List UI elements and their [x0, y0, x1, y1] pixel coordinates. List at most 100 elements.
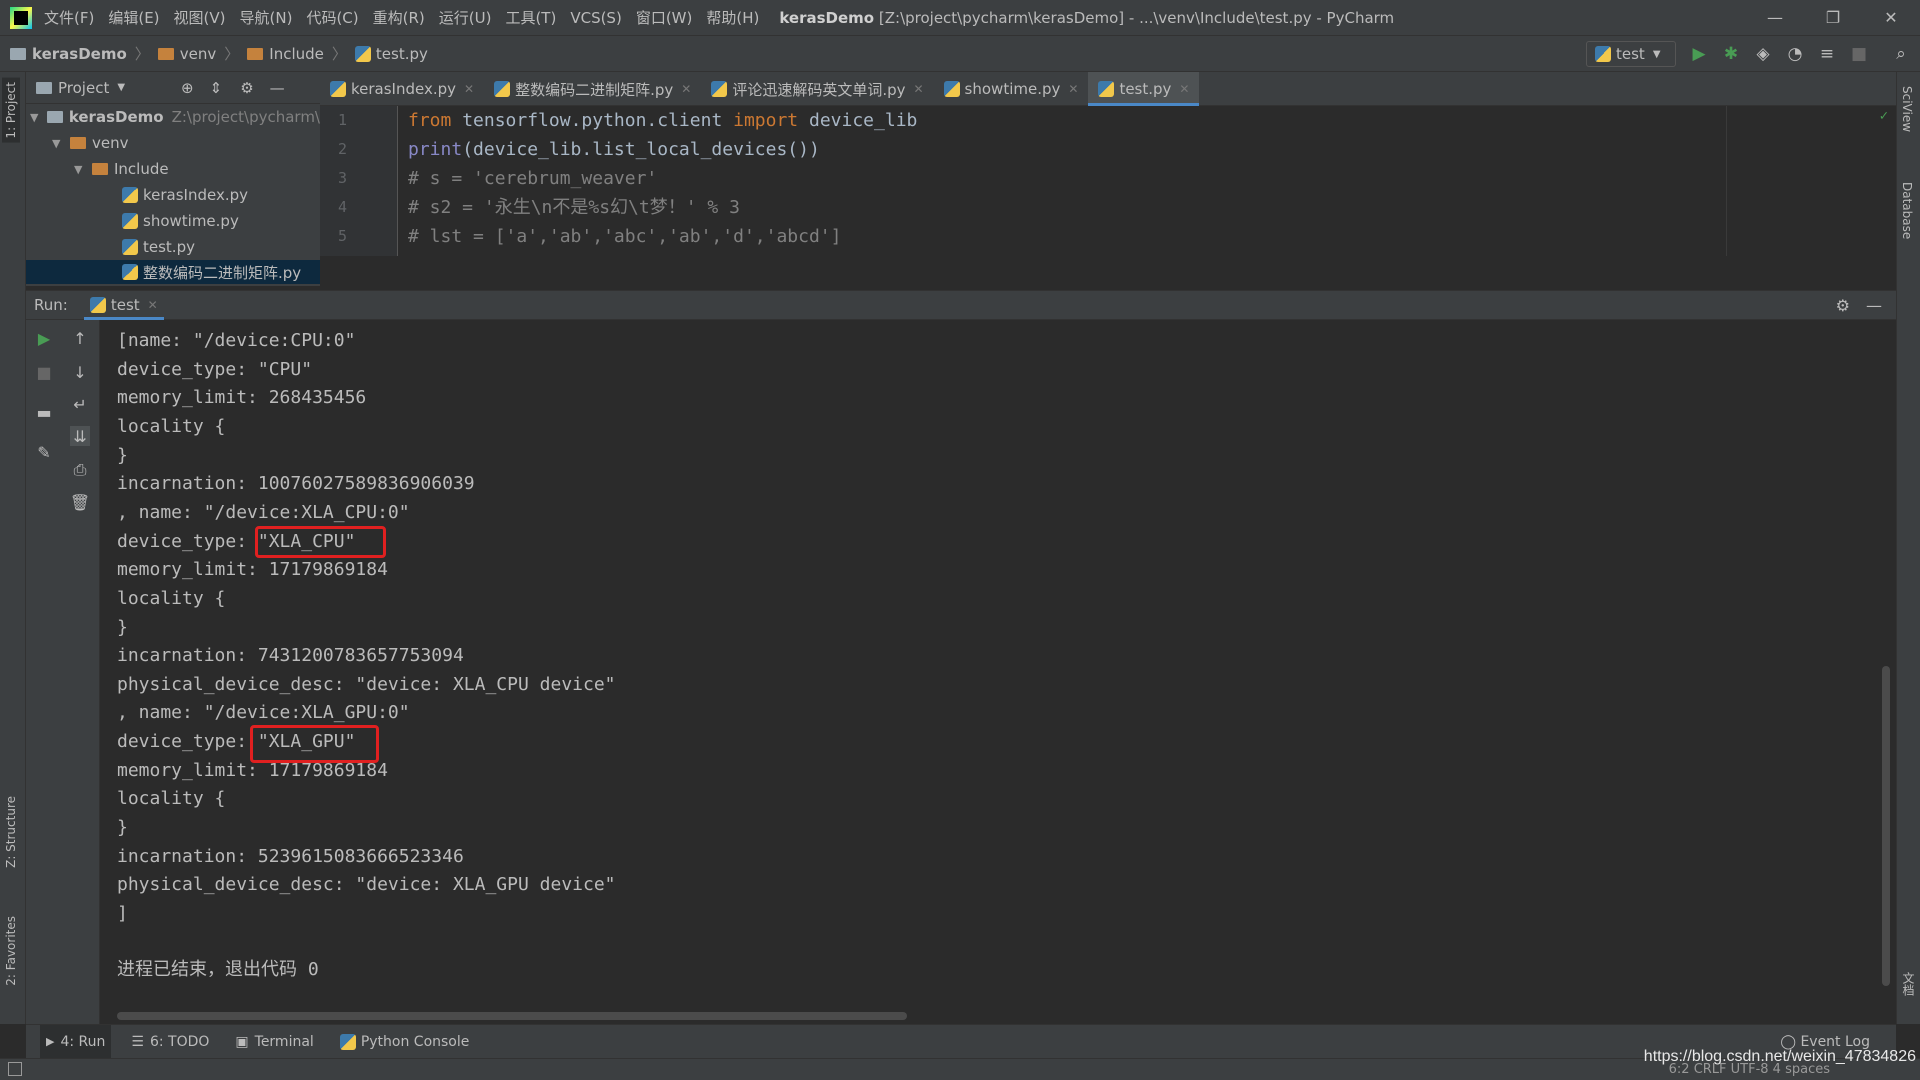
- breadcrumb-file[interactable]: test.py: [376, 45, 428, 63]
- tab-kerasindex[interactable]: kerasIndex.py ✕: [320, 72, 484, 106]
- close-button[interactable]: ✕: [1862, 0, 1920, 36]
- menu-window[interactable]: 窗口(W): [636, 7, 693, 28]
- menu-navigate[interactable]: 导航(N): [240, 7, 293, 28]
- toggle-tool-windows-icon[interactable]: [8, 1062, 22, 1076]
- pin-icon[interactable]: ✎: [34, 442, 54, 462]
- search-icon[interactable]: ⌕: [1891, 44, 1911, 64]
- project-panel-title[interactable]: Project: [58, 79, 109, 97]
- restore-button[interactable]: ❐: [1804, 0, 1862, 36]
- profile-icon[interactable]: ◔: [1785, 44, 1805, 64]
- tool-tab-sciview[interactable]: SciView: [1900, 86, 1914, 132]
- tool-tab-todo[interactable]: ☰ 6: TODO: [125, 1025, 215, 1059]
- tool-tab-database[interactable]: Database: [1900, 182, 1914, 239]
- output-line: incarnation: 5239615083666523346: [117, 846, 464, 867]
- tree-item-label: showtime.py: [143, 212, 239, 230]
- menu-refactor[interactable]: 重构(R): [373, 7, 425, 28]
- locate-icon[interactable]: ⊕: [181, 79, 194, 97]
- gear-icon[interactable]: ⚙: [1836, 296, 1850, 315]
- tab-decode-words[interactable]: 评论迅速解码英文单词.py ✕: [701, 72, 933, 106]
- tab-test[interactable]: test.py ✕: [1088, 72, 1200, 106]
- chevron-down-icon[interactable]: ▼: [117, 82, 125, 93]
- tree-item-venv[interactable]: ▼ venv: [26, 130, 320, 156]
- rerun-icon[interactable]: ▶: [34, 328, 54, 348]
- minimize-button[interactable]: —: [1746, 0, 1804, 36]
- debug-icon[interactable]: ✱: [1721, 44, 1741, 64]
- run-config-label: test: [1616, 45, 1645, 63]
- tree-item-showtime[interactable]: showtime.py: [26, 208, 320, 234]
- hide-icon[interactable]: —: [270, 79, 285, 97]
- window-title-project: kerasDemo: [779, 8, 875, 27]
- tree-item-include[interactable]: ▼ Include: [26, 156, 320, 182]
- menu-tools[interactable]: 工具(T): [505, 7, 556, 28]
- text-token: tensorflow.python.client: [451, 110, 734, 131]
- tab-label: 评论迅速解码英文单词.py: [732, 80, 906, 99]
- breadcrumb-venv[interactable]: venv: [180, 45, 217, 63]
- hide-icon[interactable]: —: [1866, 296, 1882, 315]
- run-tab-test[interactable]: test ✕: [83, 290, 164, 320]
- folder-icon: [157, 47, 174, 60]
- vertical-scrollbar[interactable]: [1882, 666, 1890, 986]
- print-icon[interactable]: ⎙: [70, 460, 90, 480]
- menu-help[interactable]: 帮助(H): [706, 7, 759, 28]
- expand-arrow-icon[interactable]: ▼: [74, 163, 92, 176]
- output-line: physical_device_desc: "device: XLA_GPU d…: [117, 874, 616, 895]
- tool-tab-favorites[interactable]: 2: Favorites: [2, 912, 20, 990]
- stop-icon[interactable]: ■: [1849, 44, 1869, 64]
- code-editor[interactable]: from tensorflow.python.client import dev…: [398, 106, 1896, 256]
- close-tab-icon[interactable]: ✕: [1068, 82, 1078, 96]
- inspection-ok-icon[interactable]: ✓: [1880, 108, 1888, 124]
- console-output[interactable]: [name: "/device:CPU:0" device_type: "CPU…: [100, 320, 1896, 1024]
- tree-item-kerasindex[interactable]: kerasIndex.py: [26, 182, 320, 208]
- arrow-up-icon[interactable]: ↑: [70, 328, 90, 348]
- python-run-config-icon: [1595, 46, 1611, 62]
- menu-vcs[interactable]: VCS(S): [570, 9, 621, 27]
- tree-item-label: 整数编码二进制矩阵.py: [143, 263, 302, 282]
- close-tab-icon[interactable]: ✕: [148, 298, 158, 312]
- tree-item-kerasdemo[interactable]: ▼ kerasDemo Z:\project\pycharm\: [26, 104, 320, 130]
- scroll-to-end-icon[interactable]: ⇊: [70, 426, 90, 446]
- run-config-select[interactable]: test ▼: [1586, 41, 1676, 67]
- close-tab-icon[interactable]: ✕: [464, 82, 474, 96]
- tree-item-test[interactable]: test.py: [26, 234, 320, 260]
- close-tab-icon[interactable]: ✕: [1179, 82, 1189, 96]
- coverage-icon[interactable]: ◈: [1753, 44, 1773, 64]
- menu-file[interactable]: 文件(F): [44, 7, 94, 28]
- output-line: memory_limit: 17179869184: [117, 559, 388, 580]
- output-line: , name: "/device:XLA_CPU:0": [117, 502, 410, 523]
- arrow-down-icon[interactable]: ↓: [70, 362, 90, 382]
- close-tab-icon[interactable]: ✕: [913, 82, 923, 96]
- expand-arrow-icon[interactable]: ▼: [52, 137, 70, 150]
- stop-icon[interactable]: ■: [34, 362, 54, 382]
- folder-icon: [92, 163, 108, 175]
- output-line: locality {: [117, 588, 226, 609]
- tab-binary-matrix[interactable]: 整数编码二进制矩阵.py ✕: [484, 72, 701, 106]
- close-tab-icon[interactable]: ✕: [681, 82, 691, 96]
- menu-edit[interactable]: 编辑(E): [108, 7, 159, 28]
- breadcrumb-project[interactable]: kerasDemo: [32, 45, 127, 63]
- menu-code[interactable]: 代码(C): [306, 7, 358, 28]
- collapse-all-icon[interactable]: ⇕: [210, 79, 223, 97]
- menu-view[interactable]: 视图(V): [174, 7, 226, 28]
- tool-tab-files[interactable]: 文档: [1900, 972, 1917, 996]
- tool-tab-structure[interactable]: Z: Structure: [2, 792, 20, 872]
- gear-icon[interactable]: ⚙: [240, 79, 253, 97]
- soft-wrap-icon[interactable]: ↵: [70, 394, 90, 414]
- menu-run[interactable]: 运行(U): [439, 7, 492, 28]
- horizontal-scrollbar[interactable]: [117, 1012, 907, 1020]
- breadcrumb-include[interactable]: Include: [269, 45, 324, 63]
- run-label: Run:: [34, 296, 68, 314]
- output-line: incarnation: 7431200783657753094: [117, 645, 464, 666]
- tool-tab-run[interactable]: ▶ 4: Run: [40, 1024, 112, 1059]
- tool-tab-project[interactable]: 1: Project: [2, 78, 20, 143]
- tool-tab-terminal[interactable]: ▣ Terminal: [229, 1025, 319, 1059]
- project-tree: ▼ kerasDemo Z:\project\pycharm\ ▼ venv ▼…: [26, 104, 320, 284]
- restore-layout-icon[interactable]: ▬: [34, 402, 54, 422]
- trash-icon[interactable]: 🗑: [70, 492, 90, 512]
- run-icon[interactable]: ▶: [1689, 44, 1709, 64]
- tab-showtime[interactable]: showtime.py ✕: [934, 72, 1089, 106]
- tree-item-binary-matrix[interactable]: 整数编码二进制矩阵.py: [26, 260, 320, 284]
- tool-tab-python-console[interactable]: Python Console: [334, 1025, 476, 1059]
- expand-arrow-icon[interactable]: ▼: [30, 111, 47, 124]
- concurrency-icon[interactable]: ≡: [1817, 44, 1837, 64]
- terminal-icon: ▣: [235, 1033, 249, 1050]
